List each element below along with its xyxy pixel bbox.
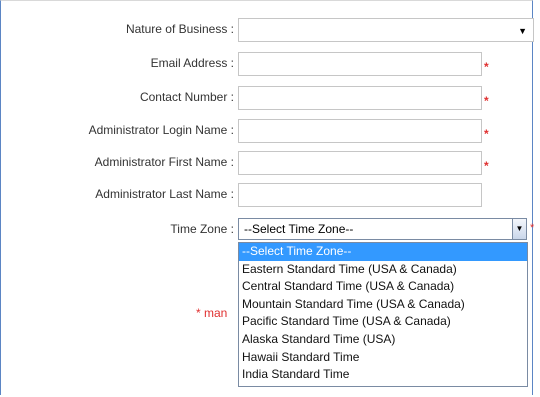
nature-of-business-select[interactable]: ▼ (238, 18, 534, 42)
time-zone-option[interactable]: --Select Time Zone-- (239, 243, 527, 261)
email-field[interactable] (238, 52, 482, 76)
chevron-down-icon[interactable]: ▼ (512, 219, 526, 239)
time-zone-option[interactable]: Alaska Standard Time (USA) (239, 331, 527, 349)
time-zone-dropdown-list: --Select Time Zone-- Eastern Standard Ti… (238, 242, 528, 387)
time-zone-option[interactable]: India Standard Time (239, 366, 527, 384)
time-zone-option[interactable]: Central Standard Time (USA & Canada) (239, 278, 527, 296)
time-zone-label: Time Zone : (170, 222, 234, 236)
time-zone-option[interactable]: Mountain Standard Time (USA & Canada) (239, 296, 527, 314)
time-zone-option[interactable]: Eastern Standard Time (USA & Canada) (239, 261, 527, 279)
required-marker: * (484, 60, 489, 74)
contact-number-field[interactable] (238, 86, 482, 110)
mandatory-note: * man (196, 306, 228, 320)
time-zone-option[interactable]: Pacific Standard Time (USA & Canada) (239, 313, 527, 331)
nature-of-business-row: Nature of Business : ▼ (0, 18, 540, 44)
admin-login-field[interactable] (238, 119, 482, 143)
admin-last-name-row: Administrator Last Name : (0, 183, 540, 209)
nature-of-business-label: Nature of Business : (125, 22, 234, 36)
chevron-down-icon[interactable]: ▼ (518, 26, 527, 36)
admin-first-name-row: Administrator First Name : * (0, 151, 540, 177)
admin-first-name-field[interactable] (238, 151, 482, 175)
admin-login-label: Administrator Login Name : (88, 123, 234, 137)
admin-last-name-label: Administrator Last Name : (95, 187, 234, 201)
contact-number-label: Contact Number : (139, 90, 234, 104)
email-label: Email Address : (150, 56, 234, 70)
admin-first-name-label: Administrator First Name : (94, 155, 234, 169)
required-marker: * (484, 94, 489, 108)
time-zone-select[interactable]: --Select Time Zone-- ▼ (238, 218, 527, 240)
time-zone-selected-value: --Select Time Zone-- (244, 222, 354, 236)
required-marker: * (484, 159, 489, 173)
time-zone-row: Time Zone : --Select Time Zone-- ▼ * (0, 218, 540, 244)
required-marker: * (530, 222, 535, 234)
contact-number-row: Contact Number : * (0, 86, 540, 112)
admin-last-name-field[interactable] (238, 183, 482, 207)
email-row: Email Address : * (0, 52, 540, 78)
required-marker: * (484, 127, 489, 141)
time-zone-option[interactable]: Hawaii Standard Time (239, 349, 527, 367)
admin-login-row: Administrator Login Name : * (0, 119, 540, 145)
